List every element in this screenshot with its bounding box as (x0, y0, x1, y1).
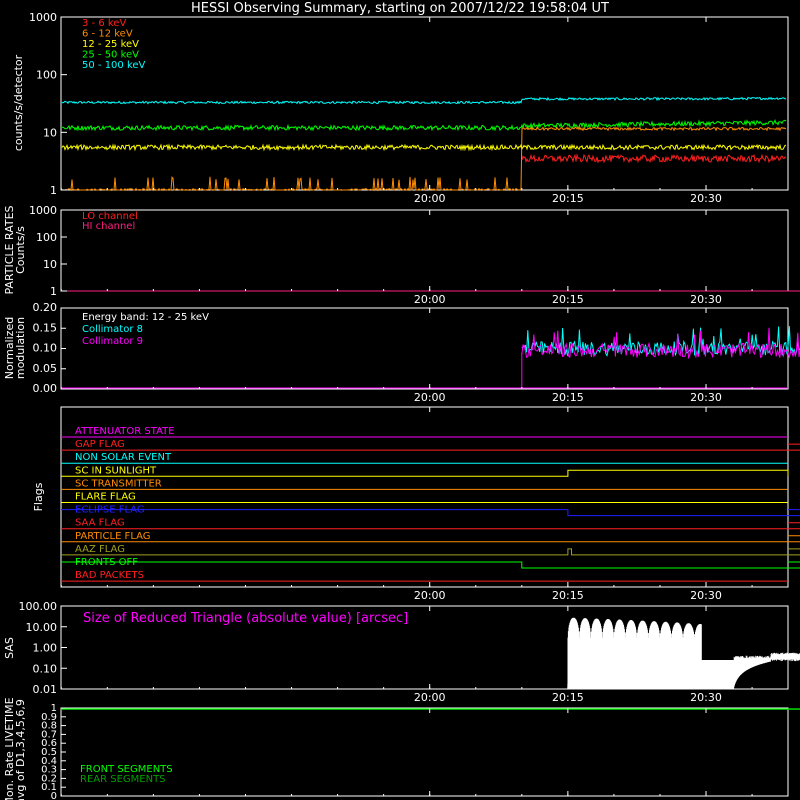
y-tick-label: 10 (43, 258, 57, 271)
legend-entry: HI channel (82, 221, 135, 232)
flag-label: SAA FLAG (75, 518, 125, 529)
y-tick-label: 0.05 (33, 362, 58, 375)
flag-label: SC IN SUNLIGHT (75, 465, 157, 476)
flag-label: AAZ FLAG (75, 544, 125, 555)
y-axis-label: counts/s/detector (12, 54, 25, 151)
y-tick-label: 100.00 (19, 600, 58, 613)
figure-title: HESSI Observing Summary, starting on 200… (191, 1, 609, 16)
sas-panel-title: Size of Reduced Triangle (absolute value… (83, 611, 408, 626)
x-tick-label: 20:30 (690, 391, 722, 404)
flag-label: SC TRANSMITTER (75, 478, 162, 489)
y-tick-label: 1000 (29, 204, 57, 217)
legend-entry: 6 - 12 keV (82, 29, 133, 40)
flag-label: GAP FLAG (75, 439, 125, 450)
x-tick-label: 20:00 (414, 293, 446, 306)
y-tick-label: 10.00 (26, 621, 58, 634)
flag-label: BAD PACKETS (75, 570, 144, 581)
x-tick-label: 20:15 (552, 589, 584, 602)
x-tick-label: 20:30 (690, 293, 722, 306)
y-axis-label: SAS (3, 637, 16, 659)
x-tick-label: 20:00 (414, 391, 446, 404)
x-tick-label: 20:00 (414, 192, 446, 205)
y-axis-label-line2: modulation (14, 317, 27, 379)
x-tick-label: 20:30 (690, 192, 722, 205)
y-tick-label: 0.15 (33, 321, 58, 334)
x-tick-label: 20:30 (690, 589, 722, 602)
flag-label: NON SOLAR EVENT (75, 452, 172, 463)
x-tick-label: 20:00 (414, 691, 446, 704)
legend: LO channelHI channel (82, 211, 138, 232)
flag-label: PARTICLE FLAG (75, 531, 151, 542)
legend-entry: Collimator 9 (82, 336, 143, 347)
y-tick-label: 100 (36, 69, 57, 82)
x-tick-label: 20:00 (414, 589, 446, 602)
y-tick-label: 0.00 (33, 382, 58, 395)
y-axis-label: Flags (32, 482, 45, 511)
legend-entry: 3 - 6 keV (82, 18, 126, 29)
y-tick-label: 1000 (29, 11, 57, 24)
legend-entry: Energy band: 12 - 25 keV (82, 312, 209, 323)
legend-entry: 50 - 100 keV (82, 60, 146, 71)
x-tick-label: 20:15 (552, 192, 584, 205)
legend-entry: 25 - 50 keV (82, 50, 139, 61)
x-tick-label: 20:30 (690, 691, 722, 704)
legend-entry: REAR SEGMENTS (80, 774, 166, 785)
legend-entry: 12 - 25 keV (82, 39, 139, 50)
y-axis-label-line2: Counts/s (14, 226, 27, 274)
y-tick-label: 0.10 (33, 662, 58, 675)
x-tick-label: 20:15 (552, 691, 584, 704)
legend-entry: Collimator 8 (82, 324, 143, 335)
y-tick-label: 100 (36, 231, 57, 244)
flag-label: ATTENUATOR STATE (75, 426, 175, 437)
y-tick-label: 10 (43, 126, 57, 139)
y-tick-label: 0.20 (33, 301, 58, 314)
x-tick-label: 20:15 (552, 391, 584, 404)
observing-summary-figure: HESSI Observing Summary, starting on 200… (0, 0, 800, 800)
y-tick-label: 0.10 (33, 342, 58, 355)
y-tick-label: 1 (50, 285, 57, 298)
y-axis-label-line2: avg of D1,3,4,5,6,9 (14, 699, 27, 800)
y-tick-label: 1 (51, 703, 57, 714)
y-tick-label: 0.01 (33, 683, 58, 696)
x-tick-label: 20:15 (552, 293, 584, 306)
flag-label: FLARE FLAG (75, 492, 136, 503)
y-tick-label: 1 (50, 184, 57, 197)
y-tick-label: 1.00 (33, 642, 58, 655)
legend: FRONT SEGMENTSREAR SEGMENTS (80, 764, 173, 785)
